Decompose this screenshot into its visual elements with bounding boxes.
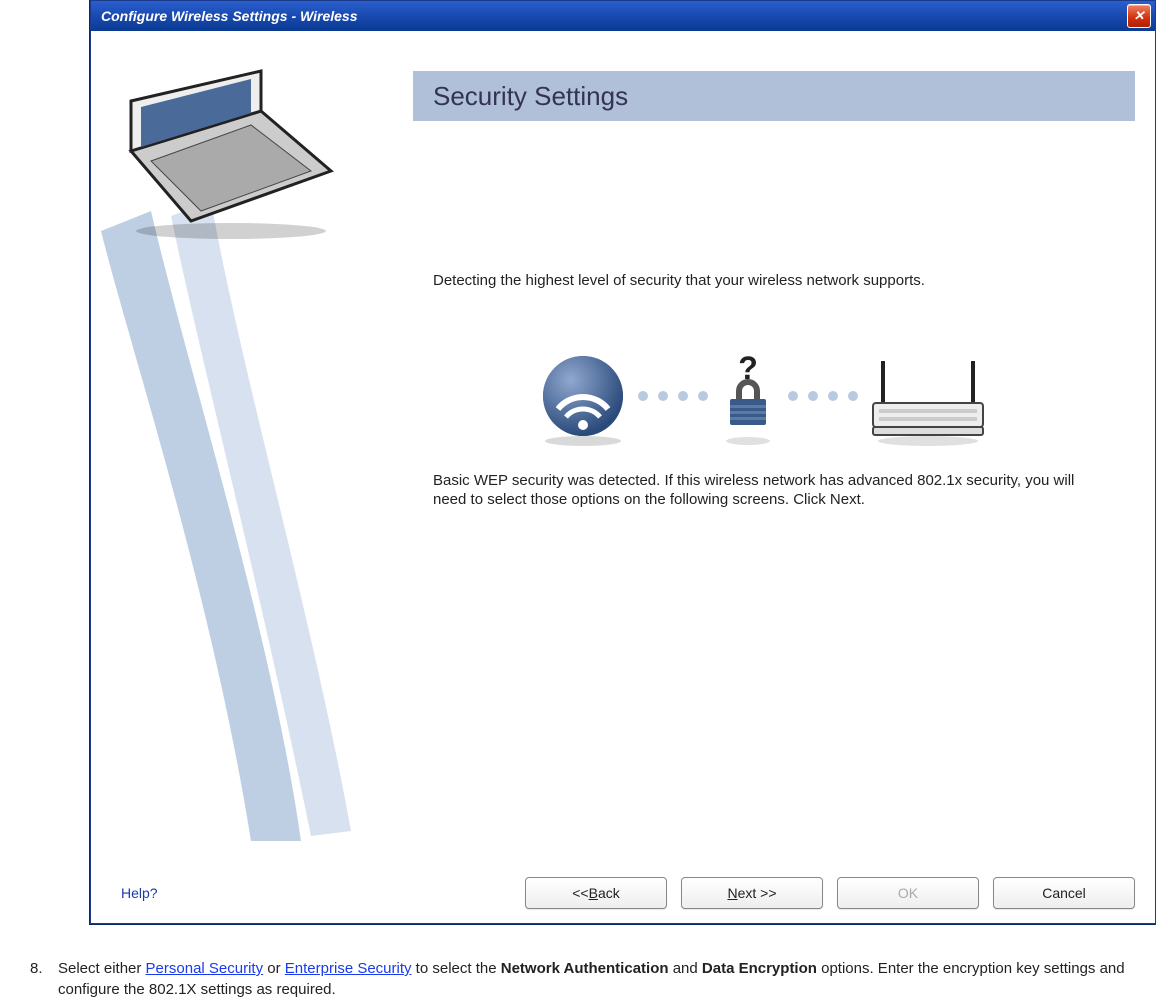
connection-diagram: ?	[523, 341, 1135, 441]
next-button[interactable]: Next >>	[681, 877, 823, 909]
bold-network-auth: Network Authentication	[501, 960, 669, 977]
close-icon: ✕	[1134, 8, 1145, 24]
back-button[interactable]: << Back	[525, 877, 667, 909]
step-text: Select either Personal Security or Enter…	[58, 958, 1146, 1000]
wireless-settings-dialog: Configure Wireless Settings - Wireless ✕	[90, 0, 1156, 924]
personal-security-link[interactable]: Personal Security	[146, 960, 264, 977]
step-number: 8.	[30, 958, 58, 1000]
cancel-button[interactable]: Cancel	[993, 877, 1135, 909]
button-row: Help? << Back Next >> OK Cancel	[91, 873, 1155, 913]
section-header: Security Settings	[413, 71, 1135, 121]
window-title: Configure Wireless Settings - Wireless	[101, 8, 1127, 24]
svg-text:?: ?	[738, 350, 758, 386]
instruction-step: 8. Select either Personal Security or En…	[0, 958, 1156, 1000]
help-link[interactable]: Help?	[121, 885, 158, 901]
detecting-text: Detecting the highest level of security …	[433, 271, 1095, 291]
close-button[interactable]: ✕	[1127, 4, 1151, 28]
bold-data-encryption: Data Encryption	[702, 960, 817, 977]
enterprise-security-link[interactable]: Enterprise Security	[285, 960, 412, 977]
result-text: Basic WEP security was detected. If this…	[433, 471, 1095, 510]
ok-button: OK	[837, 877, 979, 909]
laptop-beam-illustration	[91, 31, 413, 891]
section-title: Security Settings	[433, 81, 628, 112]
titlebar[interactable]: Configure Wireless Settings - Wireless ✕	[91, 1, 1155, 31]
left-illustration-pane	[91, 31, 413, 923]
